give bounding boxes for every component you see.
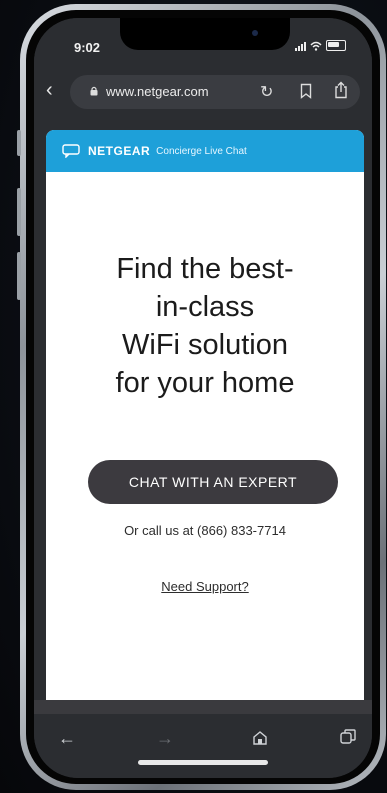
forward-arrow-icon[interactable]: → [156,728,174,749]
need-support-link[interactable]: Need Support? [46,579,364,594]
headline-line: for your home [115,367,295,399]
chat-widget-page: NETGEAR Concierge Live Chat Find the bes… [46,130,364,700]
bookmark-icon[interactable] [300,83,312,99]
call-us-text: Or call us at (866) 833-7714 [124,523,286,538]
address-bar[interactable]: www.netgear.com ↻ [70,75,360,109]
browser-address-row: ‹ www.netgear.com ↻ [34,68,372,116]
reload-icon[interactable]: ↻ [260,82,273,102]
chat-header: NETGEAR Concierge Live Chat [46,130,364,172]
side-button-volume-up [17,188,21,236]
headline-line: in-class [155,291,255,323]
back-arrow-icon[interactable]: ← [58,728,76,749]
signal-icon [295,41,306,51]
headline-line: WiFi solution [122,329,288,361]
camera-dot [252,30,258,36]
url-text: www.netgear.com [106,84,209,99]
wifi-icon [310,41,322,51]
side-button-volume-down [17,252,21,300]
chat-subtitle: Concierge Live Chat [156,145,247,157]
side-button-mute [17,130,21,156]
lock-icon [90,86,98,96]
chat-with-expert-button[interactable]: CHAT WITH AN EXPERT [88,460,338,504]
chevron-left-icon[interactable]: ‹ [46,80,53,100]
home-icon[interactable] [252,730,268,746]
notch [120,18,290,50]
headline-line: Find the best- [116,253,294,285]
page-bottom-strip [34,700,372,714]
home-indicator [138,760,268,765]
browser-toolbar: ← → [34,714,372,778]
status-icons [295,40,346,51]
chat-bubble-icon [62,144,80,158]
brand-name: NETGEAR [88,144,151,158]
battery-icon [326,40,346,51]
headline: Find the best- in-class WiFi solution fo… [46,250,364,402]
phone-screen: 9:02 ‹ www.netgear.com ↻ NETGEAR Concier… [34,18,372,778]
background-stage: 9:02 ‹ www.netgear.com ↻ NETGEAR Concier… [0,0,387,793]
status-time: 9:02 [74,40,101,55]
tabs-icon[interactable] [340,729,356,745]
share-icon[interactable] [334,81,348,99]
